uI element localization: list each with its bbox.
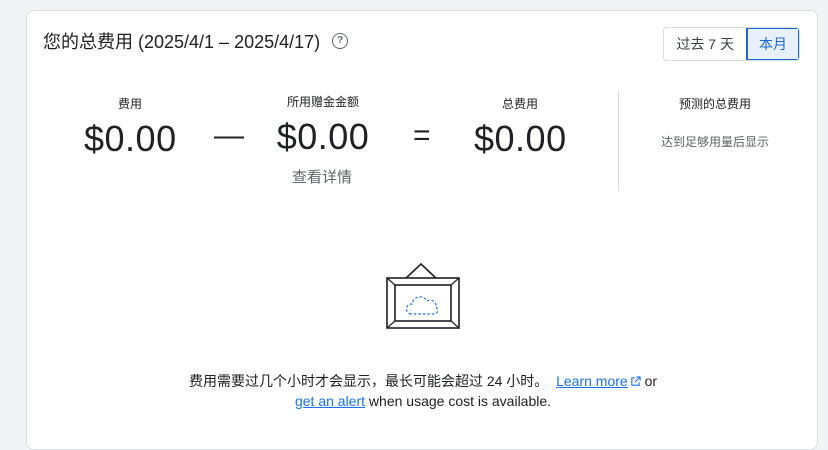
open-in-new-icon <box>630 376 641 386</box>
cost-label: 费用 <box>117 97 142 111</box>
total-stat: 总费用 $0.00 <box>474 95 566 160</box>
empty-state-line-2: get an alert when usage cost is availabl… <box>27 391 819 411</box>
get-alert-link[interactable]: get an alert <box>295 393 365 409</box>
cost-value: $0.00 <box>84 118 177 159</box>
card-title-text: 您的总费用 (2025/4/1 – 2025/4/17) <box>43 32 321 52</box>
credits-label: 所用赠金金额 <box>286 95 359 109</box>
usage-available-text: when usage cost is available. <box>368 393 552 409</box>
help-icon[interactable]: ? <box>332 33 349 49</box>
minus-operator: — <box>214 119 244 152</box>
empty-state-line-1: 费用需要过几个小时才会显示，最长可能会超过 24 小时。 Learn more … <box>27 371 819 391</box>
cost-stat: 费用 $0.00 <box>84 95 176 160</box>
or-text: or <box>644 373 658 389</box>
cost-card: 您的总费用 (2025/4/1 – 2025/4/17) ? 过去 7 天 本月… <box>26 10 818 450</box>
view-details-link[interactable]: 查看详情 <box>292 166 352 187</box>
total-label: 总费用 <box>501 97 538 111</box>
date-range-toggle: 过去 7 天 本月 <box>663 27 800 61</box>
credits-value: $0.00 <box>276 116 370 157</box>
range-this-month-button[interactable]: 本月 <box>746 28 799 60</box>
credits-stat: 所用赠金金额 $0.00 <box>273 93 373 158</box>
card-title: 您的总费用 (2025/4/1 – 2025/4/17) ? <box>43 28 349 54</box>
equals-operator: = <box>413 119 431 152</box>
vertical-divider <box>618 90 619 191</box>
total-value: $0.00 <box>474 118 567 159</box>
empty-state-text: 费用需要过几个小时才会显示，最长可能会超过 24 小时。 <box>188 373 549 389</box>
projected-cost-label: 预测的总费用 <box>679 97 752 111</box>
framed-cloud-icon <box>384 262 464 337</box>
range-last-7-days-button[interactable]: 过去 7 天 <box>664 28 746 60</box>
projected-cost-note: 达到足够用量后显示 <box>661 135 770 149</box>
learn-more-link[interactable]: Learn more <box>556 373 641 389</box>
